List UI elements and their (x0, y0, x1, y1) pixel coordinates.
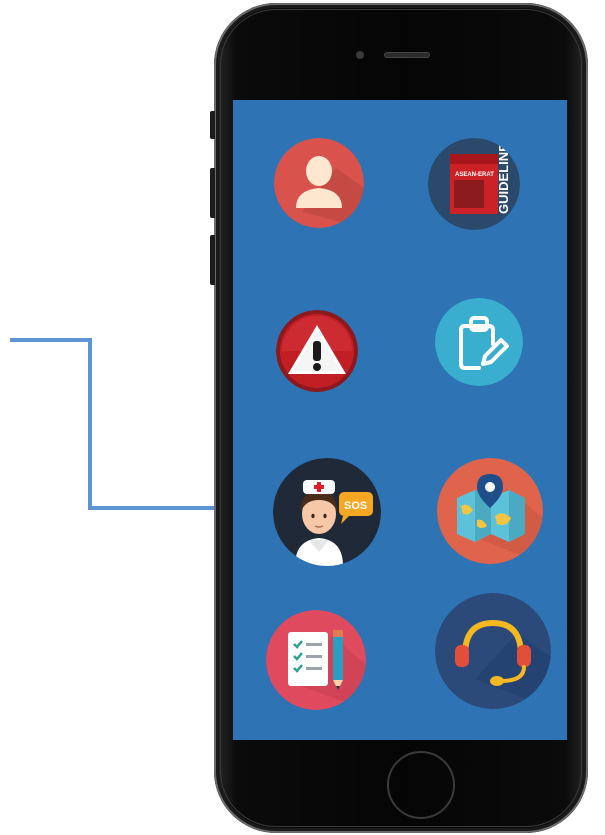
front-camera (356, 51, 364, 59)
earpiece-speaker (384, 52, 430, 58)
smartphone-frame: ASEAN-ERAT GUIDELINES SOS (210, 3, 588, 833)
home-button[interactable] (387, 751, 455, 819)
checklist-icon (266, 610, 366, 710)
headset-icon (435, 593, 551, 709)
phone-screen: ASEAN-ERAT GUIDELINES SOS (233, 100, 567, 740)
guidelines-book-icon: ASEAN-ERAT GUIDELINES (428, 138, 520, 230)
app-support[interactable] (435, 593, 551, 709)
clipboard-edit-icon (435, 298, 523, 386)
volume-down-button (210, 235, 215, 285)
app-report[interactable] (435, 298, 523, 386)
map-pin-icon (437, 458, 543, 564)
warning-icon (276, 310, 358, 392)
app-guidelines[interactable]: ASEAN-ERAT GUIDELINES (428, 138, 520, 230)
app-map[interactable] (437, 458, 543, 564)
mute-switch (210, 111, 215, 139)
book-spine-title: GUIDELINES (496, 138, 511, 214)
book-title: ASEAN-ERAT (455, 172, 494, 178)
app-alert[interactable] (276, 310, 358, 392)
user-icon (274, 138, 364, 228)
app-checklist[interactable] (266, 610, 366, 710)
app-profile[interactable] (274, 138, 364, 228)
sos-badge: SOS (344, 500, 367, 512)
volume-up-button (210, 168, 215, 218)
app-sos[interactable]: SOS (273, 458, 381, 566)
nurse-sos-icon: SOS (273, 458, 381, 566)
